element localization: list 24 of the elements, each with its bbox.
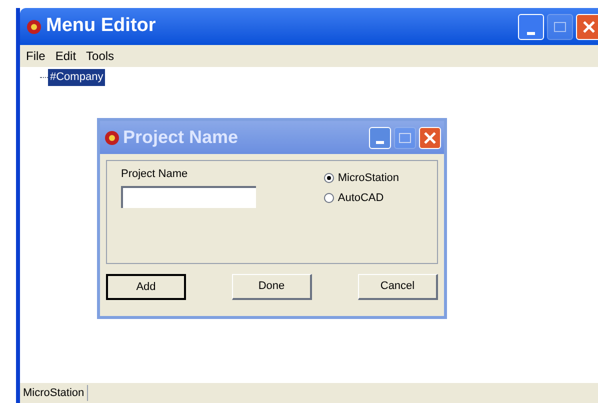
dialog-button[interactable]: Add: [106, 274, 186, 300]
menu-item[interactable]: Tools: [86, 47, 114, 65]
close-icon: [423, 130, 437, 144]
app-icon: [26, 18, 42, 34]
maximize-button[interactable]: [547, 14, 573, 40]
close-button[interactable]: [576, 14, 598, 40]
field-label: Project Name: [121, 167, 189, 182]
dialog-button[interactable]: Cancel: [358, 274, 438, 300]
app-icon: [104, 130, 120, 146]
radio-option[interactable]: AutoCAD: [324, 190, 399, 206]
maximize-button[interactable]: [394, 126, 416, 148]
dialog-title: Project Name: [123, 126, 238, 149]
project-name-field[interactable]: [121, 186, 256, 208]
close-icon: [582, 20, 596, 34]
menu-item[interactable]: File: [26, 47, 46, 65]
close-button[interactable]: [419, 126, 441, 148]
window-title: Menu Editor: [46, 14, 156, 38]
minimize-button[interactable]: [518, 14, 544, 40]
minimize-button[interactable]: [369, 126, 391, 148]
radio-option[interactable]: MicroStation: [324, 170, 399, 186]
tree-item[interactable]: #Company: [48, 69, 106, 86]
menu-item[interactable]: Edit: [55, 47, 76, 65]
dialog-button[interactable]: Done: [232, 274, 312, 300]
status-text: MicroStation: [20, 384, 88, 402]
